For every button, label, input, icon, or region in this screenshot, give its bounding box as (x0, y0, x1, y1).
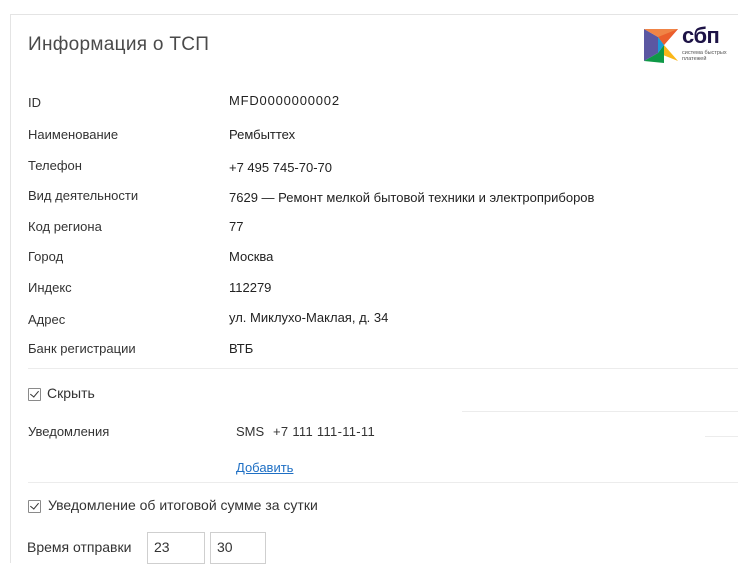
divider (28, 482, 738, 483)
field-label: Индекс (28, 280, 72, 295)
sbp-logo-subtitle: система быстрых платежей (682, 50, 727, 62)
field-row-bank: Банк регистрации ВТБ (0, 341, 738, 363)
notification-phone: +7 111 111-11-11 (273, 424, 376, 439)
field-row-phone: Телефон +7 495 745-70-70 (0, 158, 738, 180)
field-row-city: Город Москва (0, 249, 738, 271)
field-row-region-code: Код региона 77 (0, 219, 738, 241)
divider (705, 436, 738, 437)
field-label: ID (28, 95, 41, 110)
divider (28, 368, 738, 369)
sbp-logo: сбп система быстрых платежей (642, 23, 738, 67)
field-row-id: ID MFD0000000002 (0, 93, 738, 117)
field-row-postal-code: Индекс 112279 (0, 280, 738, 302)
field-label: Адрес (28, 312, 66, 327)
field-value: 112279 (229, 280, 272, 295)
field-value: ул. Миклухо-Маклая, д. 34 (229, 310, 389, 325)
daily-summary-checkbox[interactable] (28, 500, 41, 513)
daily-summary-label[interactable]: Уведомление об итоговой сумме за сутки (48, 497, 318, 513)
notification-channel: SMS (236, 424, 265, 439)
field-value: Рембыттех (229, 127, 296, 142)
field-value: 7629 — Ремонт мелкой бытовой техники и э… (229, 190, 595, 205)
field-label: Телефон (28, 158, 82, 173)
field-value: 77 (229, 219, 244, 234)
divider (462, 411, 738, 412)
sbp-logo-word: сбп (682, 23, 720, 48)
field-label: Вид деятельности (28, 188, 139, 203)
field-label: Код региона (28, 219, 102, 234)
send-time-hours-input[interactable]: 23 (147, 532, 205, 564)
hide-checkbox[interactable] (28, 388, 41, 401)
field-value: Москва (229, 249, 274, 264)
sbp-logo-icon (644, 29, 678, 63)
field-value: ВТБ (229, 341, 254, 356)
send-time-minutes-input[interactable]: 30 (210, 532, 266, 564)
field-label: Наименование (28, 127, 119, 142)
field-row-activity: Вид деятельности 7629 — Ремонт мелкой бы… (0, 188, 738, 210)
hide-checkbox-label[interactable]: Скрыть (47, 385, 95, 401)
field-value: MFD0000000002 (229, 93, 340, 108)
notifications-row: Уведомления SMS +7 111 111-11-11 (0, 424, 738, 446)
page-title: Информация о ТСП (28, 34, 210, 55)
notifications-label: Уведомления (28, 424, 110, 439)
field-row-address: Адрес ул. Миклухо-Маклая, д. 34 (0, 310, 738, 332)
field-label: Банк регистрации (28, 341, 136, 356)
add-notification-link[interactable]: Добавить (236, 460, 293, 475)
field-label: Город (28, 249, 64, 264)
send-time-label: Время отправки (27, 539, 132, 555)
field-row-name: Наименование Рембыттех (0, 127, 738, 149)
field-value: +7 495 745-70-70 (229, 160, 333, 175)
